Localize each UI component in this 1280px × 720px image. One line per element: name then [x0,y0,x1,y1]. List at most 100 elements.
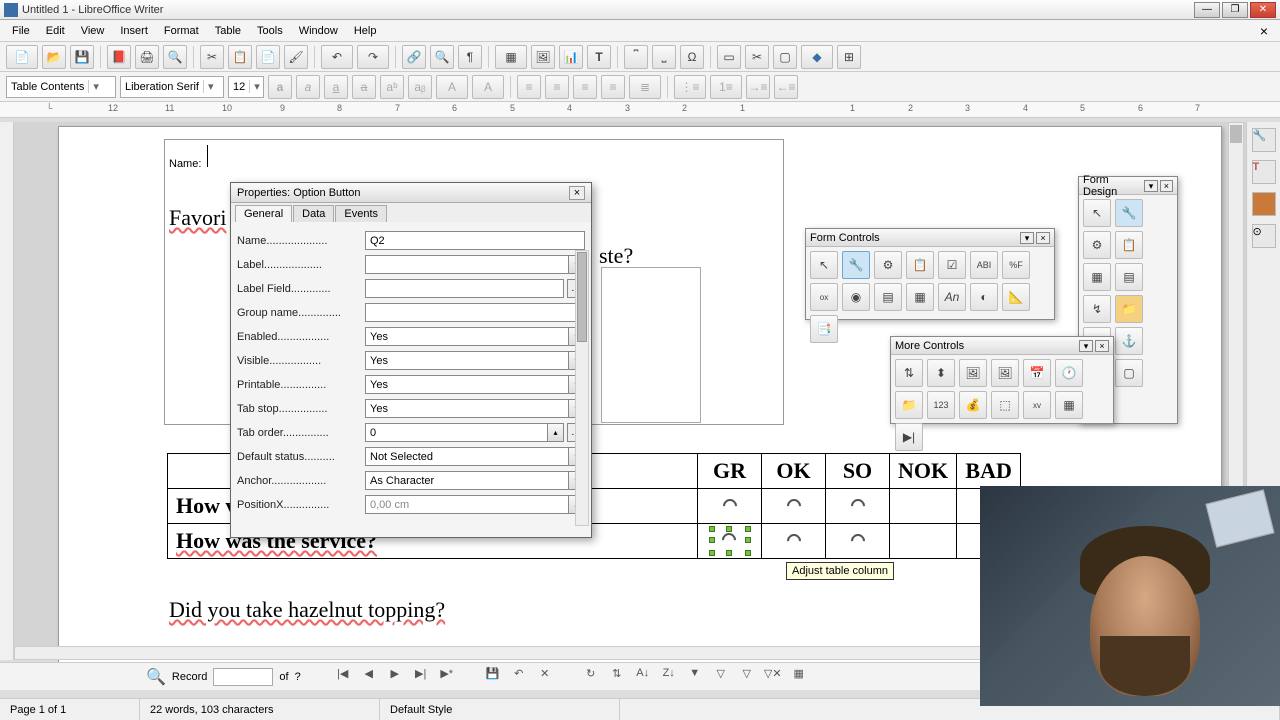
table-control-icon[interactable]: ▦ [1055,391,1083,419]
date-field-icon[interactable]: 📅 [1023,359,1051,387]
format-paintbrush-button[interactable]: 🖌 [284,45,308,69]
menu-window[interactable]: Window [293,23,344,39]
paragraph-style-combo[interactable]: Table Contents▾ [6,76,116,98]
option-button[interactable] [762,524,826,559]
special-char-button[interactable]: Ω [680,45,704,69]
form-design-icon[interactable]: 📐 [1002,283,1030,311]
save-record-icon[interactable]: 💾 [483,667,503,687]
label-icon[interactable]: An [938,283,966,311]
sidebar-properties-icon[interactable]: 🔧 [1252,128,1276,152]
sidebar-styles-icon[interactable]: T [1252,160,1276,184]
indent-inc-button[interactable]: →≡ [746,75,770,99]
sidebar-gallery-icon[interactable] [1252,192,1276,216]
find-button[interactable]: 🔍 [430,45,454,69]
anchor-icon[interactable]: ⚓ [1115,327,1143,355]
dropdown-icon[interactable]: ▴ [548,423,564,442]
undo-button[interactable]: ↶ [321,45,353,69]
property-input[interactable]: Yes [365,399,569,418]
dialog-close-icon[interactable]: × [569,186,585,200]
option-button-icon[interactable]: ◉ [842,283,870,311]
status-style[interactable]: Default Style [380,699,620,720]
line-spacing-button[interactable]: ≣ [629,75,661,99]
property-input[interactable]: 0 [365,423,548,442]
option-button-selected[interactable] [698,524,762,559]
image-button-icon[interactable]: 🖼 [959,359,987,387]
record-number-input[interactable] [213,668,273,686]
menu-tools[interactable]: Tools [251,23,289,39]
property-input[interactable] [365,255,569,274]
file-selection-icon[interactable]: 📁 [895,391,923,419]
select-tool-icon[interactable]: ↖ [810,251,838,279]
italic-button[interactable]: a [296,75,320,99]
preview-button[interactable]: 🔍 [163,45,187,69]
align-justify-button[interactable]: ≡ [601,75,625,99]
form-controls-panel[interactable]: Form Controls▾× ↖ 🔧 ⚙ 📋 ☑ ABI %F ox ◉ ▤ … [805,228,1055,320]
super-button[interactable]: aᵇ [380,75,404,99]
status-page[interactable]: Page 1 of 1 [0,699,140,720]
apply-filter-icon[interactable]: ▽ [711,667,731,687]
dialog-titlebar[interactable]: Properties: Option Button × [231,183,591,203]
document-close-icon[interactable]: × [1254,21,1274,41]
open-design-icon[interactable]: 📁 [1115,295,1143,323]
hyperlink-button[interactable]: 🔗 [402,45,426,69]
numeric-field-icon[interactable]: 123 [927,391,955,419]
nonprinting-button[interactable]: ¶ [458,45,482,69]
sub-button[interactable]: aᵦ [408,75,432,99]
vertical-ruler[interactable] [0,122,14,660]
footer-button[interactable]: ⎵ [652,45,676,69]
more-controls-icon[interactable]: ◐ [970,283,998,311]
property-input[interactable]: As Character [365,471,569,490]
refresh-icon[interactable]: ↻ [581,667,601,687]
close-button[interactable]: ✕ [1250,2,1276,18]
bold-button[interactable]: a [268,75,292,99]
remove-filter-icon[interactable]: ▽✕ [763,667,783,687]
indent-dec-button[interactable]: ←≡ [774,75,798,99]
tab-data[interactable]: Data [293,205,334,222]
data-source-icon[interactable]: ▦ [789,667,809,687]
option-button[interactable] [762,489,826,524]
strike-button[interactable]: a [352,75,376,99]
font-size-combo[interactable]: 12▾ [228,76,264,98]
horizontal-ruler[interactable]: └ 12 11 10 9 8 7 6 5 4 3 2 1 1 2 3 4 5 6… [0,102,1280,118]
property-input[interactable]: Not Selected [365,447,569,466]
align-center-button[interactable]: ≡ [545,75,569,99]
minimize-button[interactable]: — [1194,2,1220,18]
design-mode-icon[interactable]: 🔧 [842,251,870,279]
menu-insert[interactable]: Insert [114,23,154,39]
underline-button[interactable]: a [324,75,348,99]
tab-general[interactable]: General [235,205,292,222]
listbox-icon[interactable]: ▤ [874,283,902,311]
first-record-icon[interactable]: |◀ [333,667,353,687]
menu-edit[interactable]: Edit [40,23,71,39]
add-field-icon[interactable]: ▤ [1115,263,1143,291]
combobox-icon[interactable]: ▦ [906,283,934,311]
panel-dropdown-icon[interactable]: ▾ [1020,232,1034,244]
align-left-button[interactable]: ≡ [517,75,541,99]
groupbox-icon[interactable]: xv [1023,391,1051,419]
scrollbar-icon[interactable]: ⬍ [927,359,955,387]
menu-table[interactable]: Table [209,23,247,39]
cut-button[interactable]: ✂ [200,45,224,69]
form-icon[interactable]: 📋 [1115,231,1143,259]
menu-file[interactable]: File [6,23,36,39]
spin-button-icon[interactable]: ⇅ [895,359,923,387]
properties-dialog[interactable]: Properties: Option Button × General Data… [230,182,592,538]
nav-icon[interactable]: ▦ [1083,263,1111,291]
font-name-combo[interactable]: Liberation Serif▾ [120,76,224,98]
field-button[interactable]: ▭ [717,45,741,69]
font-color-button[interactable]: A [436,75,468,99]
panel-dropdown-icon[interactable]: ▾ [1079,340,1093,352]
delete-record-icon[interactable]: ✕ [535,667,555,687]
design-mode-icon[interactable]: 🔧 [1115,199,1143,227]
last-record-icon[interactable]: ▶| [411,667,431,687]
prev-record-icon[interactable]: ◀ [359,667,379,687]
sort-icon[interactable]: ⇅ [607,667,627,687]
align-right-button[interactable]: ≡ [573,75,597,99]
panel-close-icon[interactable]: × [1036,232,1050,244]
maximize-button[interactable]: ❐ [1222,2,1248,18]
checkbox-icon[interactable]: ☑ [938,251,966,279]
open-button[interactable]: 📂 [42,45,66,69]
bullet-list-button[interactable]: ⋮≡ [674,75,706,99]
more-controls-panel[interactable]: More Controls▾× ⇅ ⬍ 🖼 🖼 📅 🕐 📁 123 💰 ⬚ xv… [890,336,1114,424]
new-record-icon[interactable]: ▶* [437,667,457,687]
